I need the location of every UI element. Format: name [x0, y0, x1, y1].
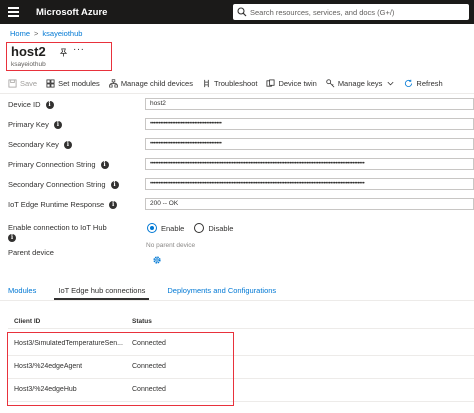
manage-keys-label: Manage keys — [337, 78, 383, 88]
save-button[interactable]: Save — [8, 79, 37, 88]
breadcrumb: Home > ksayeiothub — [10, 29, 82, 38]
secondary-key-field[interactable]: ••••••••••••••••••••••••••••••••••••••••… — [145, 138, 474, 150]
runtime-response-field: 200 -- OK — [145, 198, 474, 210]
command-bar: Save Set modules Manage child devices Tr… — [8, 77, 452, 89]
more-options-icon[interactable]: ··· — [73, 44, 85, 55]
info-icon[interactable]: i — [100, 160, 109, 169]
page-title: host2 — [11, 44, 46, 59]
modules-icon — [46, 78, 55, 88]
top-bar: Microsoft Azure Search resources, servic… — [0, 0, 474, 24]
device-id-row: Device ID i host2 — [8, 98, 474, 110]
tab-bar: Modules IoT Edge hub connections Deploym… — [8, 284, 298, 300]
primary-key-label: Primary Key i — [8, 120, 62, 129]
breadcrumb-separator: > — [34, 29, 39, 38]
primary-connection-string-field[interactable]: ••••••••••••••••••••••••••••••••••••••••… — [145, 158, 474, 170]
parent-device-row: Parent device — [8, 246, 474, 258]
column-header-client-id[interactable]: Client ID — [14, 318, 40, 325]
parent-device-label: Parent device — [8, 248, 54, 257]
parent-device-value: No parent device — [146, 242, 195, 264]
manage-child-devices-label: Manage child devices — [120, 78, 193, 88]
info-icon[interactable]: i — [109, 200, 118, 209]
device-twin-label: Device twin — [278, 78, 317, 88]
device-twin-button[interactable]: Device twin — [266, 78, 317, 88]
refresh-icon — [405, 79, 413, 87]
table-highlight-box — [7, 332, 234, 406]
info-icon[interactable]: i — [8, 234, 16, 242]
set-modules-button[interactable]: Set modules — [46, 79, 100, 88]
manage-keys-button[interactable]: Manage keys — [326, 79, 396, 88]
table-header-divider — [8, 328, 474, 329]
save-icon — [8, 78, 17, 88]
column-header-status[interactable]: Status — [132, 318, 152, 325]
secondary-connection-string-row: Secondary Connection String i •••••••••••… — [8, 178, 474, 190]
primary-key-field[interactable]: ••••••••••••••••••••••••••••••••••••••••… — [145, 118, 474, 130]
refresh-label: Refresh — [416, 78, 443, 88]
info-icon[interactable]: i — [45, 100, 54, 109]
primary-key-row: Primary Key i •••••••••••••••••••••••••••… — [8, 118, 474, 130]
device-id-field[interactable]: host2 — [145, 98, 474, 110]
tab-divider — [0, 300, 474, 301]
manage-child-devices-button[interactable]: Manage child devices — [108, 78, 193, 88]
title-highlight-box: host2 ··· ksayeiothub — [6, 42, 112, 71]
radio-selected-icon — [147, 223, 157, 233]
secondary-key-row: Secondary Key i •••••••••••••••••••••••••… — [8, 138, 474, 150]
search-placeholder: Search resources, services, and docs (G+… — [250, 7, 395, 17]
save-label: Save — [20, 78, 38, 88]
enable-connection-label: Enable connection to IoT Hub — [8, 223, 107, 232]
breadcrumb-home[interactable]: Home — [10, 29, 30, 38]
breadcrumb-iothub[interactable]: ksayeiothub — [42, 29, 82, 38]
enable-connection-row: Enable connection to IoT Hub i Enable Di… — [8, 221, 474, 242]
tab-deployments-and-configurations[interactable]: Deployments and Configurations — [167, 284, 276, 300]
device-id-label: Device ID i — [8, 100, 54, 109]
pin-icon[interactable] — [59, 48, 68, 57]
info-icon[interactable]: i — [63, 140, 72, 149]
runtime-response-row: IoT Edge Runtime Response i 200 -- OK — [8, 198, 474, 210]
info-icon[interactable]: i — [110, 180, 119, 189]
chevron-down-icon — [387, 81, 394, 85]
key-icon — [326, 78, 335, 87]
app-title[interactable]: Microsoft Azure — [36, 7, 107, 18]
primary-connection-string-row: Primary Connection String i •••••••••••••… — [8, 158, 474, 170]
radio-unselected-icon — [194, 223, 205, 233]
troubleshoot-icon — [204, 79, 209, 87]
hamburger-menu-icon[interactable] — [8, 7, 19, 17]
toolbar-divider — [0, 93, 474, 94]
runtime-response-label: IoT Edge Runtime Response i — [8, 200, 118, 209]
info-icon[interactable]: i — [53, 120, 62, 129]
secondary-connection-string-field[interactable]: ••••••••••••••••••••••••••••••••••••••••… — [145, 178, 474, 190]
device-twin-icon — [266, 78, 275, 87]
tab-iot-edge-hub-connections[interactable]: IoT Edge hub connections — [54, 284, 150, 300]
search-icon — [237, 7, 247, 17]
search-input[interactable]: Search resources, services, and docs (G+… — [233, 4, 469, 20]
gear-icon[interactable] — [152, 255, 162, 265]
troubleshoot-button[interactable]: Troubleshoot — [202, 78, 258, 88]
secondary-connection-string-label: Secondary Connection String i — [8, 180, 119, 189]
primary-connection-string-label: Primary Connection String i — [8, 160, 109, 169]
refresh-button[interactable]: Refresh — [404, 78, 443, 88]
enable-connection-radio-group: Enable Disable — [147, 223, 243, 233]
secondary-key-label: Secondary Key i — [8, 140, 72, 149]
disable-radio[interactable]: Disable — [194, 223, 233, 233]
tab-modules[interactable]: Modules — [8, 284, 36, 300]
enable-radio[interactable]: Enable — [147, 223, 184, 233]
child-devices-icon — [108, 78, 118, 87]
set-modules-label: Set modules — [58, 78, 100, 88]
troubleshoot-label: Troubleshoot — [213, 78, 258, 88]
page-subtitle: ksayeiothub — [11, 61, 46, 68]
